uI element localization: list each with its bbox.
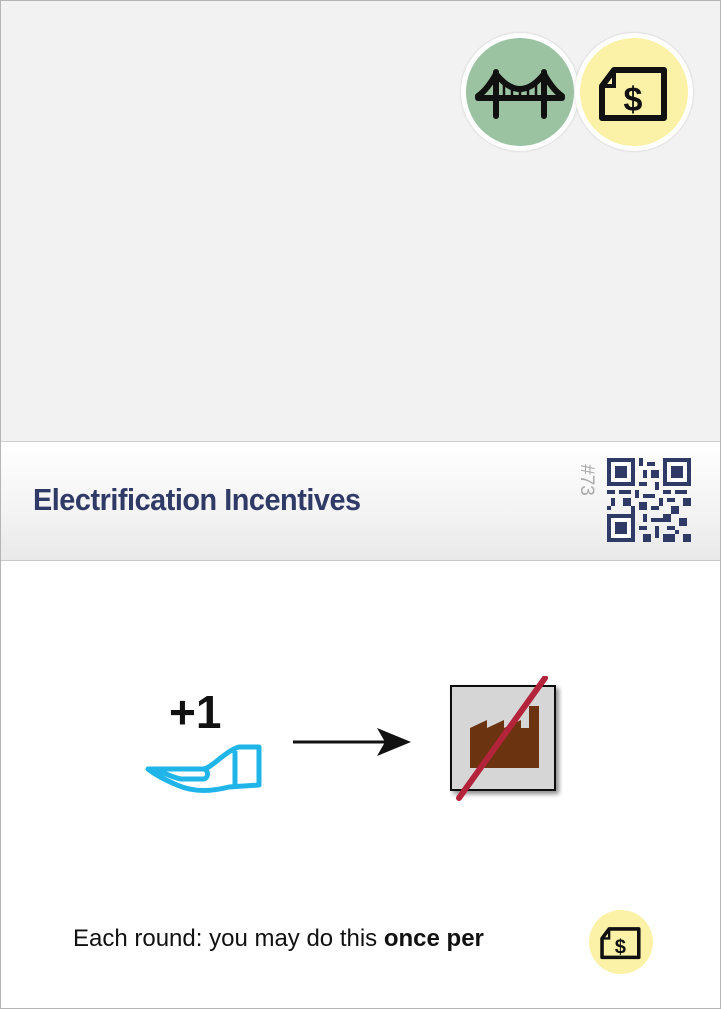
card-art-area: $ [1, 1, 720, 442]
gain-amount: +1 [169, 686, 222, 738]
title-bar: Electrification Incentives #73 [1, 442, 720, 561]
card-number: #73 [576, 464, 597, 496]
no-factory-icon [450, 676, 556, 801]
footer-text-bold: once per [383, 925, 484, 952]
project-card[interactable]: $ Electrification Incentives #73 +1 Each… [0, 0, 721, 1009]
footer-text-prefix: Each round: you may do this [73, 925, 384, 952]
qr-code-icon [607, 458, 691, 542]
tag-bridge [461, 33, 579, 151]
card-footer: Each round: you may do this once per $ [1, 907, 720, 975]
bridge-icon [475, 69, 565, 119]
card-title: Electrification Incentives [33, 482, 361, 517]
money-icon: $ [599, 67, 667, 121]
hand-icon [145, 744, 262, 793]
tag-money: $ [575, 33, 693, 151]
card-effect: +1 Each round: you may do this once per [1, 561, 720, 1008]
svg-text:$: $ [615, 936, 626, 958]
arrow-right-icon [293, 728, 411, 756]
svg-text:$: $ [624, 81, 643, 119]
money-icon: $ [600, 927, 641, 960]
footer-text: Each round: you may do this once per [73, 925, 484, 953]
footer-money-circle: $ [589, 910, 653, 974]
